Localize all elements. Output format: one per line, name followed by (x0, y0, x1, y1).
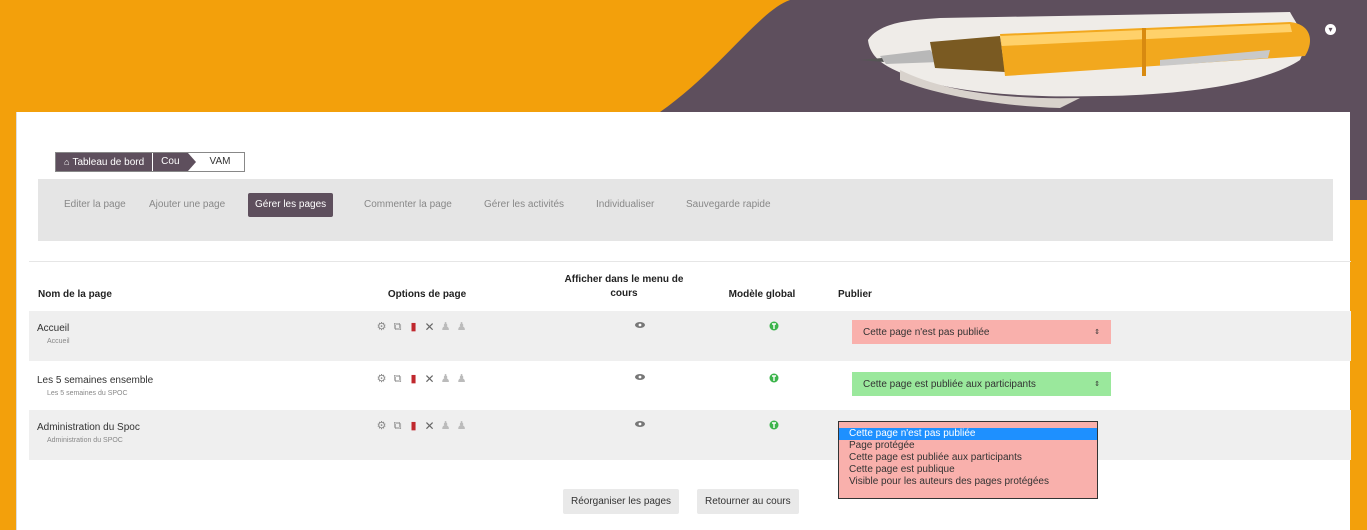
page-options: ⚙ ⧉ ▮ ✕ ♟ ♟ (375, 373, 468, 386)
table-row: Accueil Accueil ⚙ ⧉ ▮ ✕ ♟ ♟ Cette page n… (29, 311, 1351, 361)
globe-icon[interactable] (769, 420, 779, 430)
gear-icon[interactable]: ⚙ (375, 321, 388, 334)
user-icon[interactable]: ♟ (439, 420, 452, 433)
page-subtitle: Les 5 semaines du SPOC (47, 390, 128, 397)
tab-individualize[interactable]: Individualiser (589, 193, 661, 217)
dropdown-option[interactable]: Cette page est publiée aux participants (839, 452, 1097, 464)
back-to-course-button[interactable]: Retourner au cours (697, 489, 799, 514)
page-subtitle: Administration du SPOC (47, 437, 123, 444)
divider (29, 261, 1351, 262)
page-name[interactable]: Les 5 semaines ensemble (37, 375, 153, 386)
breadcrumb-arrow (187, 153, 196, 171)
delete-icon[interactable]: ✕ (423, 420, 436, 433)
eye-icon[interactable] (635, 374, 645, 380)
tab-quick-save[interactable]: Sauvegarde rapide (679, 193, 778, 217)
publish-dropdown-list: Cette page n'est pas publiée Page protég… (838, 421, 1098, 499)
users-icon[interactable]: ♟ (455, 420, 468, 433)
publish-select[interactable]: Cette page est publiée aux participants ⇕ (852, 372, 1111, 396)
delete-icon[interactable]: ✕ (423, 321, 436, 334)
tab-add-page[interactable]: Ajouter une page (142, 193, 232, 217)
gear-icon[interactable]: ⚙ (375, 420, 388, 433)
copy-icon[interactable]: ▮ (407, 321, 420, 334)
page-name[interactable]: Administration du Spoc (37, 422, 140, 433)
duplicate-icon[interactable]: ⧉ (391, 321, 404, 334)
breadcrumb: ⌂ Tableau de bord Cou VAM (55, 152, 246, 172)
reorganize-pages-button[interactable]: Réorganiser les pages (563, 489, 680, 514)
gear-icon[interactable]: ⚙ (375, 373, 388, 386)
main-content: ⌂ Tableau de bord Cou VAM Editer la page … (16, 112, 1351, 530)
breadcrumb-dashboard[interactable]: ⌂ Tableau de bord (56, 153, 153, 171)
user-menu-toggle[interactable]: ▾ (1325, 24, 1336, 35)
publish-value: Cette page est publiée aux participants (863, 379, 1036, 390)
user-icon[interactable]: ♟ (439, 321, 452, 334)
tab-manage-pages[interactable]: Gérer les pages (248, 193, 334, 217)
page-options: ⚙ ⧉ ▮ ✕ ♟ ♟ (375, 321, 468, 334)
tab-manage-activities[interactable]: Gérer les activités (477, 193, 571, 217)
page-tabs: Editer la page Ajouter une page Gérer le… (38, 179, 1333, 241)
globe-icon[interactable] (769, 321, 779, 331)
breadcrumb-current: VAM (187, 153, 245, 171)
table-row: Les 5 semaines ensemble Les 5 semaines d… (29, 363, 1351, 413)
page-subtitle: Accueil (47, 338, 70, 345)
header-page-options: Options de page (387, 289, 467, 300)
eye-icon[interactable] (635, 322, 645, 328)
publish-select[interactable]: Cette page n'est pas publiée ⇕ (852, 320, 1111, 344)
select-caret-icon: ⇕ (1094, 329, 1100, 336)
dropdown-option-selected[interactable]: Cette page n'est pas publiée (839, 428, 1097, 440)
duplicate-icon[interactable]: ⧉ (391, 373, 404, 386)
users-icon[interactable]: ♟ (455, 321, 468, 334)
dropdown-option[interactable]: Visible pour les auteurs des pages proté… (839, 476, 1097, 488)
header-page-name: Nom de la page (38, 289, 112, 300)
home-icon: ⌂ (64, 157, 70, 167)
dropdown-option[interactable]: Cette page est publique (839, 464, 1097, 476)
copy-icon[interactable]: ▮ (407, 420, 420, 433)
breadcrumb-course[interactable]: Cou (153, 153, 188, 171)
header-show-in-menu: Afficher dans le menu de cours (564, 274, 684, 299)
tab-comment-page[interactable]: Commenter la page (357, 193, 459, 217)
publish-value: Cette page n'est pas publiée (863, 327, 990, 338)
select-caret-icon: ⇕ (1094, 381, 1100, 388)
users-icon[interactable]: ♟ (455, 373, 468, 386)
eye-icon[interactable] (635, 421, 645, 427)
page-options: ⚙ ⧉ ▮ ✕ ♟ ♟ (375, 420, 468, 433)
user-icon[interactable]: ♟ (439, 373, 452, 386)
chevron-down-icon: ▾ (1328, 25, 1333, 34)
header-publish: Publier (838, 289, 872, 300)
copy-icon[interactable]: ▮ (407, 373, 420, 386)
dropdown-option[interactable]: Page protégée (839, 440, 1097, 452)
page-name[interactable]: Accueil (37, 323, 69, 334)
globe-icon[interactable] (769, 373, 779, 383)
header-global-model: Modèle global (728, 289, 796, 300)
breadcrumb-dashboard-label: Tableau de bord (72, 157, 145, 168)
tab-edit-page[interactable]: Editer la page (57, 193, 133, 217)
table-row: Administration du Spoc Administration du… (29, 410, 1351, 460)
delete-icon[interactable]: ✕ (423, 373, 436, 386)
duplicate-icon[interactable]: ⧉ (391, 420, 404, 433)
